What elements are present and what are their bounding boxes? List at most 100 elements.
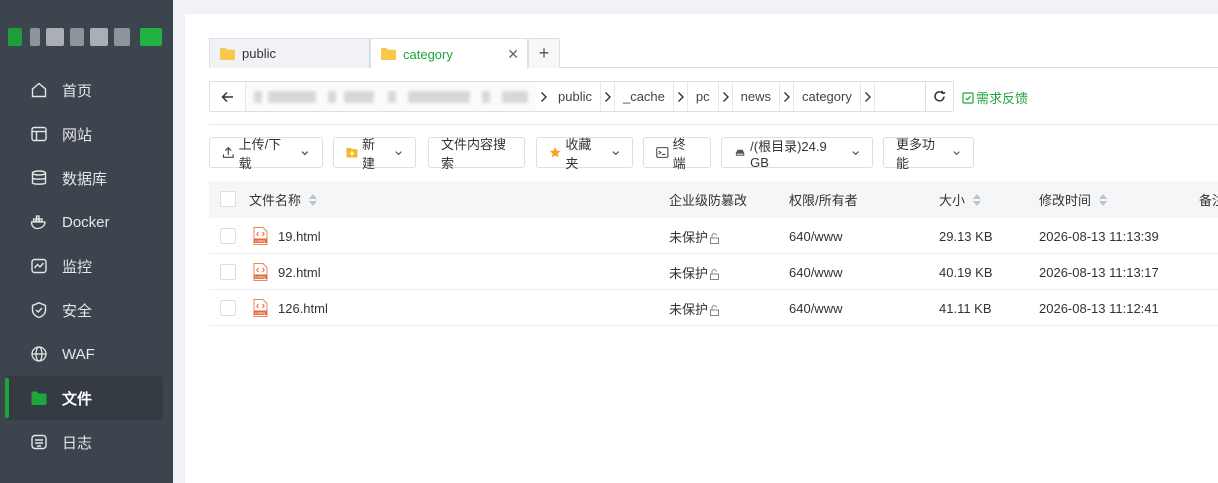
table-row[interactable]: HTML 126.html 未保护 640/www 41.11 KB 2026-… [209, 290, 1218, 326]
sidebar-item-label: WAF [62, 345, 95, 363]
database-icon [30, 169, 48, 187]
path-segment[interactable]: pc [686, 82, 718, 111]
terminal-label: 终端 [672, 136, 686, 171]
disk-button[interactable]: /(根目录)24.9 GB [721, 137, 873, 170]
html-file-icon: HTML [253, 299, 268, 317]
column-header-name[interactable]: 文件名称 [249, 181, 318, 218]
html-file-icon: HTML [253, 227, 268, 245]
tamper-cell[interactable]: 未保护 [669, 290, 720, 326]
sidebar-item-home[interactable]: 首页 [0, 68, 173, 112]
mtime-cell: 2026-08-13 11:13:39 [1039, 228, 1159, 244]
sidebar-item-label: Docker [62, 213, 110, 231]
column-header-mtime[interactable]: 修改时间 [1039, 181, 1108, 218]
chevron-right-icon[interactable] [778, 82, 793, 111]
log-icon [30, 433, 48, 451]
sort-icon[interactable] [1099, 193, 1108, 206]
tamper-cell[interactable]: 未保护 [669, 218, 720, 254]
sidebar-item-label: 数据库 [62, 170, 108, 188]
column-header-size[interactable]: 大小 [939, 181, 982, 218]
redacted-path [246, 82, 536, 111]
permission-cell[interactable]: 640/www [789, 218, 842, 254]
row-checkbox[interactable] [220, 228, 236, 244]
column-label: 文件名称 [249, 193, 302, 208]
sort-icon[interactable] [973, 193, 982, 206]
column-label: 备注 [1199, 193, 1218, 208]
sidebar-item-label: 安全 [62, 302, 93, 320]
column-header-permission: 权限/所有者 [789, 181, 858, 218]
sidebar-item-label: 网站 [62, 126, 93, 144]
new-folder-icon [346, 147, 358, 158]
plus-icon: + [538, 43, 550, 63]
arrow-left-icon [221, 91, 233, 102]
file-name-cell[interactable]: HTML 126.html [253, 290, 328, 326]
close-icon[interactable]: ✕ [507, 46, 519, 63]
docker-icon [30, 213, 48, 231]
chevron-down-icon [611, 150, 619, 155]
size-cell: 41.11 KB [939, 300, 992, 316]
table-row[interactable]: HTML 19.html 未保护 640/www 29.13 KB 2026-0… [209, 218, 1218, 254]
sidebar-item-docker[interactable]: Docker [0, 200, 173, 244]
path-input-area[interactable] [873, 82, 922, 111]
terminal-icon [656, 147, 669, 158]
file-name-cell[interactable]: HTML 92.html [253, 254, 321, 290]
add-tab-button[interactable]: + [528, 38, 560, 68]
feedback-link[interactable]: 需求反馈 [962, 88, 1028, 107]
row-checkbox[interactable] [220, 300, 236, 316]
sidebar-item-waf[interactable]: WAF [0, 332, 173, 376]
file-name-cell[interactable]: HTML 19.html [253, 218, 321, 254]
chevron-right-icon[interactable] [536, 82, 550, 111]
size-cell: 40.19 KB [939, 264, 993, 280]
tab-public[interactable]: public [209, 38, 370, 68]
sidebar-item-website[interactable]: 网站 [0, 112, 173, 156]
table-row[interactable]: HTML 92.html 未保护 640/www 40.19 KB 2026-0… [209, 254, 1218, 290]
content-search-button[interactable]: 文件内容搜索 [428, 137, 525, 171]
path-segment[interactable]: _cache [613, 82, 673, 111]
chevron-right-icon[interactable] [672, 82, 687, 111]
select-all-checkbox[interactable] [220, 191, 236, 207]
size-cell: 29.13 KB [939, 228, 993, 244]
disk-icon [735, 149, 745, 156]
more-functions-button[interactable]: 更多功能 [883, 137, 974, 171]
tab-category[interactable]: category ✕ [370, 38, 528, 69]
tamper-status: 未保护 [669, 301, 709, 317]
refresh-button[interactable] [925, 82, 953, 111]
folder-icon [381, 48, 396, 60]
path-segment[interactable]: news [731, 82, 779, 111]
html-file-icon: HTML [253, 263, 268, 281]
sidebar-item-monitor[interactable]: 监控 [0, 244, 173, 288]
sidebar-item-files[interactable]: 文件 [5, 376, 163, 420]
file-manager-panel: public category ✕ + public _cache pc new… [185, 14, 1218, 483]
sidebar-item-database[interactable]: 数据库 [0, 156, 173, 200]
favorites-button[interactable]: 收藏夹 [536, 137, 633, 171]
tamper-cell[interactable]: 未保护 [669, 254, 720, 290]
path-segment[interactable]: category [792, 82, 860, 111]
file-name: 126.html [278, 300, 328, 316]
lock-icon [710, 232, 719, 244]
sidebar-item-partial[interactable] [0, 464, 173, 483]
chevron-right-icon[interactable] [859, 82, 874, 111]
feedback-icon [962, 91, 974, 104]
terminal-button[interactable]: 终端 [643, 137, 711, 171]
feedback-label: 需求反馈 [976, 91, 1029, 106]
more-label: 更多功能 [896, 136, 936, 171]
chevron-right-icon[interactable] [599, 82, 614, 111]
chevron-right-icon[interactable] [717, 82, 732, 111]
lock-icon [710, 268, 719, 280]
create-button[interactable]: 新建 [333, 137, 416, 171]
row-checkbox[interactable] [220, 264, 236, 280]
folder-icon [30, 389, 48, 407]
sort-icon[interactable] [309, 193, 318, 206]
upload-download-button[interactable]: 上传/下载 [209, 137, 323, 171]
disk-label: /(根目录)24.9 GB [750, 138, 827, 170]
sidebar-item-label: 首页 [62, 82, 93, 100]
sidebar-item-logs[interactable]: 日志 [0, 420, 173, 464]
back-button[interactable] [210, 82, 246, 111]
sidebar-nav: 首页 网站 数据库 Docker 监控 安全 WAF 文件 日志 [0, 68, 173, 483]
permission-cell[interactable]: 640/www [789, 290, 842, 326]
path-segment[interactable]: public [550, 82, 600, 111]
sidebar-item-security[interactable]: 安全 [0, 288, 173, 332]
tab-label: public [242, 46, 276, 61]
upload-label: 上传/下载 [238, 136, 282, 171]
permission-cell[interactable]: 640/www [789, 254, 842, 290]
tamper-status: 未保护 [669, 265, 709, 281]
